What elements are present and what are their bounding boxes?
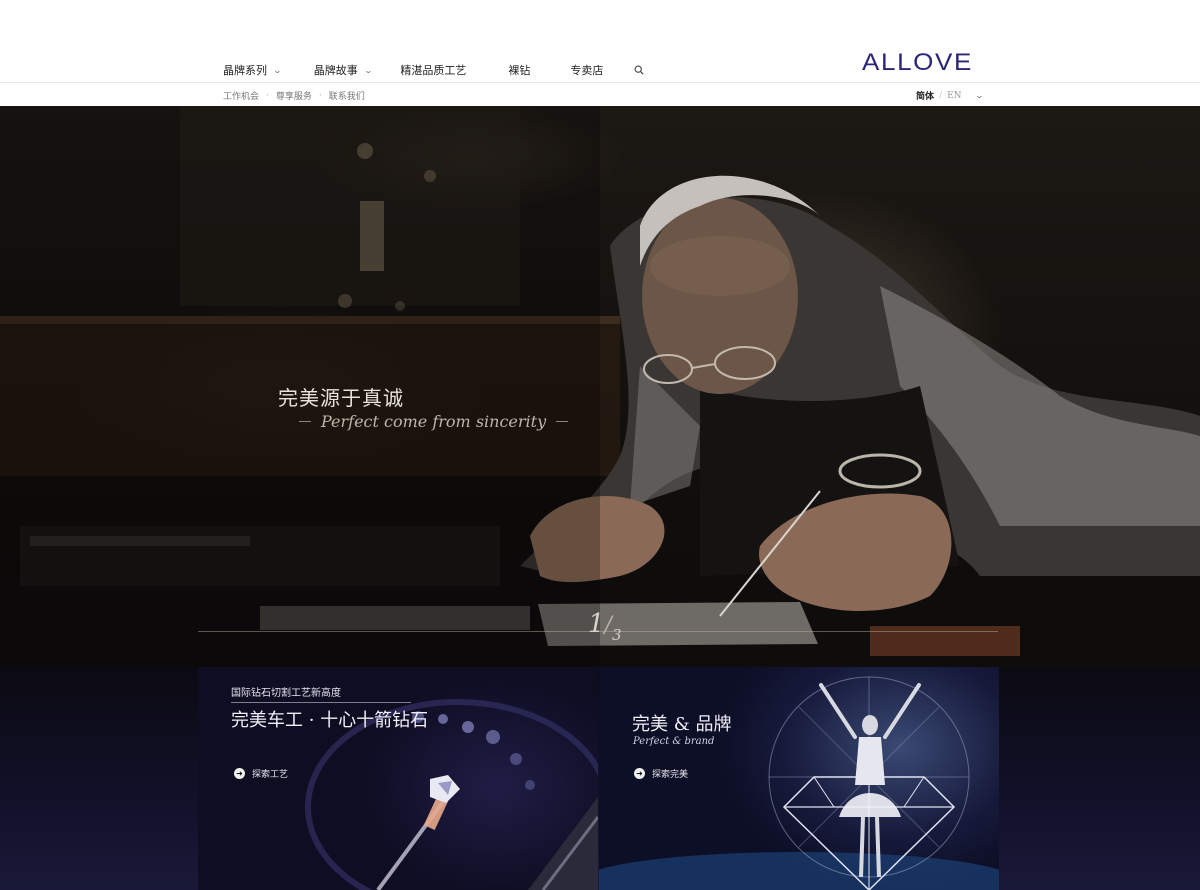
allove-logo[interactable]: ALLOVE: [862, 49, 974, 73]
slide-divider: /: [604, 613, 612, 638]
dash-decoration: [556, 421, 569, 422]
slide-current: 1: [588, 609, 605, 639]
hero-subtitle-text: Perfect come from sincerity: [321, 412, 547, 431]
nav-item-loose-diamonds[interactable]: 裸钻: [508, 62, 530, 78]
explore-brand-link[interactable]: ➜ 探索完美: [634, 767, 688, 780]
separator-dot: ·: [266, 90, 269, 101]
card-kicker: 国际钻石切割工艺新高度: [231, 688, 341, 699]
hero-subtitle: Perfect come from sincerity: [289, 412, 578, 431]
nav-item-label: 裸钻: [508, 64, 531, 77]
header: 晶牌系列 ⌄ 晶牌故事 ⌄ 精湛品质工艺 裸钻 专卖店 ALLOVE: [0, 0, 1200, 83]
language-switcher[interactable]: 简体 / EN ⌄: [916, 89, 984, 103]
nav-item-brand-story[interactable]: 晶牌故事 ⌄: [313, 62, 373, 78]
card-title: 完美 & 品牌: [632, 714, 732, 735]
utility-bar: 工作机会 · 尊享服务 · 联系我们 简体 / EN ⌄: [0, 84, 1200, 106]
arrow-right-icon: ➜: [634, 768, 645, 779]
nav-item-label: 晶牌系列: [223, 64, 267, 77]
nav-item-label: 精湛品质工艺: [400, 64, 467, 77]
search-icon: [634, 65, 645, 75]
dash-decoration: [299, 421, 311, 422]
card-title: 完美车工 · 十心十箭钻石: [231, 710, 429, 731]
nav-item-label: 晶牌故事: [313, 64, 358, 77]
nav-item-craftsmanship[interactable]: 精湛品质工艺: [400, 62, 466, 78]
link-services[interactable]: 尊享服务: [276, 89, 312, 102]
card-subtitle: Perfect & brand: [633, 736, 715, 747]
logo-text: ALLOVE: [862, 49, 973, 73]
explore-label: 探索工艺: [252, 770, 289, 780]
nav-item-label: 专卖店: [570, 64, 604, 77]
lang-english[interactable]: EN: [947, 91, 961, 101]
hero-image: [0, 106, 1200, 667]
utility-links: 工作机会 · 尊享服务 · 联系我们: [223, 89, 365, 103]
card-divider: [231, 702, 411, 703]
lang-divider: /: [939, 90, 943, 101]
main-nav: 晶牌系列 ⌄ 晶牌故事 ⌄ 精湛品质工艺 裸钻 专卖店: [223, 62, 645, 78]
search-button[interactable]: [634, 65, 645, 75]
arrow-right-icon: ➜: [234, 768, 245, 779]
explore-label: 探索完美: [652, 770, 689, 780]
chevron-down-icon: ⌄: [272, 65, 283, 75]
separator-dot: ·: [318, 90, 322, 101]
link-contact[interactable]: 联系我们: [329, 89, 365, 102]
slide-indicator[interactable]: 1/3: [588, 609, 622, 644]
hero-banner[interactable]: 完美源于真诚 Perfect come from sincerity 1/3: [0, 106, 1200, 667]
hero-title: 完美源于真诚: [278, 386, 404, 410]
card-brand[interactable]: 完美 & 品牌 Perfect & brand ➜ 探索完美: [599, 667, 999, 890]
chevron-down-icon: ⌄: [363, 65, 373, 75]
nav-item-brand-series[interactable]: 晶牌系列 ⌄: [223, 62, 283, 78]
slide-total: 3: [611, 626, 622, 644]
lang-simplified[interactable]: 简体: [916, 89, 934, 102]
explore-craftsmanship-link[interactable]: ➜ 探索工艺: [234, 767, 288, 780]
link-careers[interactable]: 工作机会: [223, 89, 259, 102]
nav-item-stores[interactable]: 专卖店: [570, 62, 603, 78]
chevron-down-icon: ⌄: [974, 91, 984, 100]
card-craftsmanship[interactable]: 国际钻石切割工艺新高度 完美车工 · 十心十箭钻石 ➜ 探索工艺: [198, 667, 598, 890]
